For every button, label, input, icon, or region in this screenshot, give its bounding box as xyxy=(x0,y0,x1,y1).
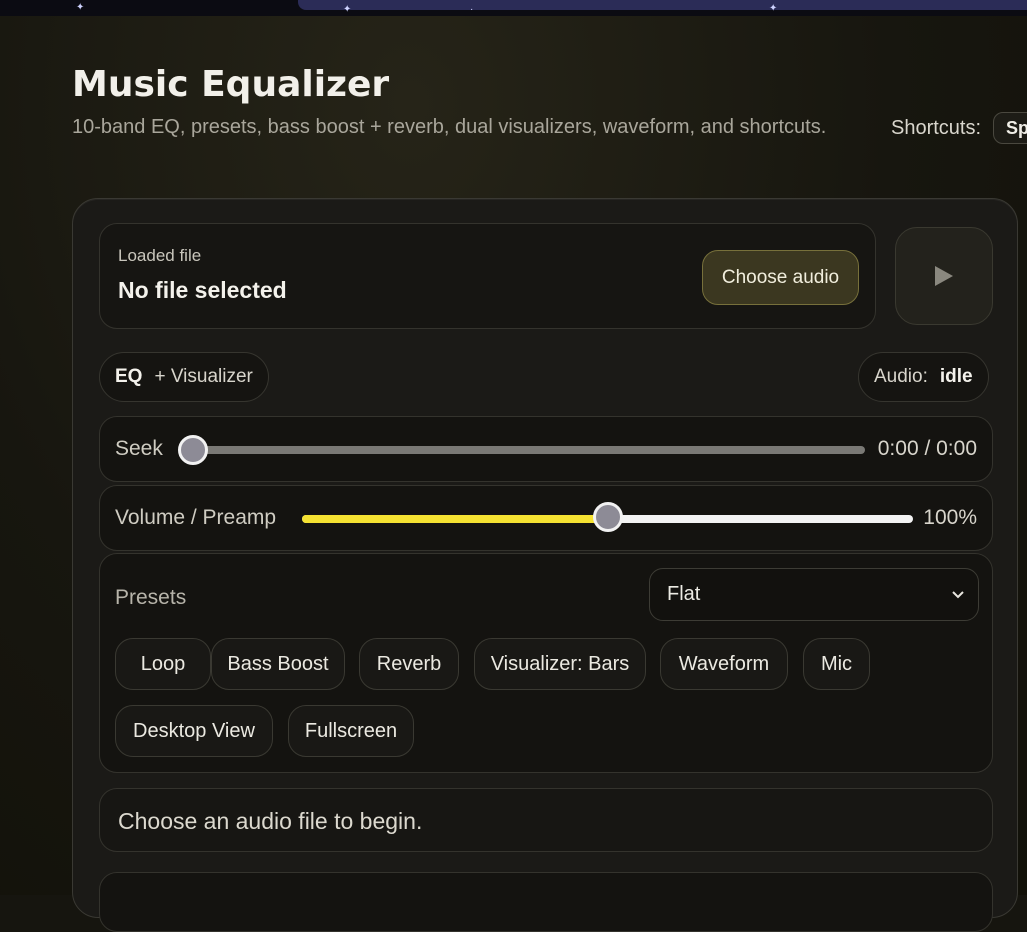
mode-secondary: + Visualizer xyxy=(154,366,253,387)
choose-audio-button[interactable]: Choose audio xyxy=(702,250,859,305)
play-button[interactable] xyxy=(895,227,993,325)
preset-selected: Flat xyxy=(667,583,701,605)
next-panel xyxy=(99,872,993,932)
toggle-bass-boost[interactable]: Bass Boost xyxy=(211,638,345,690)
equalizer-card: Loaded file No file selected Choose audi… xyxy=(72,198,1018,932)
volume-value: 100% xyxy=(923,506,977,529)
mode-primary: EQ xyxy=(115,366,143,387)
file-panel: Loaded file No file selected Choose audi… xyxy=(99,223,876,329)
shortcuts-label: Shortcuts: xyxy=(891,116,982,139)
shortcut-key: Sp xyxy=(993,112,1027,144)
file-name: No file selected xyxy=(118,277,287,303)
seek-label: Seek xyxy=(115,437,163,460)
file-label: Loaded file xyxy=(118,246,202,265)
toggle-visualizer[interactable]: Visualizer: Bars xyxy=(474,638,646,690)
toggle-reverb[interactable]: Reverb xyxy=(359,638,459,690)
seek-slider[interactable] xyxy=(193,446,865,454)
star-icon: · xyxy=(470,4,474,15)
audio-status-label: Audio: xyxy=(874,366,928,387)
star-icon: ✦ xyxy=(343,4,352,15)
presets-label: Presets xyxy=(115,586,187,609)
toggle-waveform[interactable]: Waveform xyxy=(660,638,788,690)
toggle-desktop-view[interactable]: Desktop View xyxy=(115,705,273,757)
page-subtitle: 10-band EQ, presets, bass boost + reverb… xyxy=(72,116,827,138)
preset-select[interactable]: Flat xyxy=(649,568,979,621)
volume-fill xyxy=(302,515,608,523)
star-icon: ✦ xyxy=(76,2,85,13)
volume-row: Volume / Preamp 100% xyxy=(99,485,993,551)
volume-label: Volume / Preamp xyxy=(115,506,277,529)
toggle-mic[interactable]: Mic xyxy=(803,638,870,690)
play-icon xyxy=(935,266,953,286)
volume-thumb[interactable] xyxy=(592,502,623,532)
star-icon: ✦ xyxy=(769,3,778,14)
top-banner xyxy=(298,0,1027,10)
presets-panel: Presets Flat Loop Bass Boost Reverb Visu… xyxy=(99,553,993,773)
browser-top-strip: ✦ ✦ · ✦ xyxy=(0,0,1027,16)
audio-status-value: idle xyxy=(939,366,973,387)
shortcuts-hint: Shortcuts: Sp xyxy=(891,112,1027,144)
seek-thumb[interactable] xyxy=(178,435,208,465)
toggle-loop[interactable]: Loop xyxy=(115,638,211,690)
seek-time: 0:00 / 0:00 xyxy=(877,437,977,460)
chevron-down-icon xyxy=(952,590,964,598)
seek-row: Seek 0:00 / 0:00 xyxy=(99,416,993,482)
status-panel: Choose an audio file to begin. xyxy=(99,788,993,852)
status-message: Choose an audio file to begin. xyxy=(118,808,423,834)
audio-status-badge: Audio: idle xyxy=(858,352,989,402)
toggle-fullscreen[interactable]: Fullscreen xyxy=(288,705,414,757)
mode-badge: EQ + Visualizer xyxy=(99,352,269,402)
page-title: Music Equalizer xyxy=(72,64,390,105)
